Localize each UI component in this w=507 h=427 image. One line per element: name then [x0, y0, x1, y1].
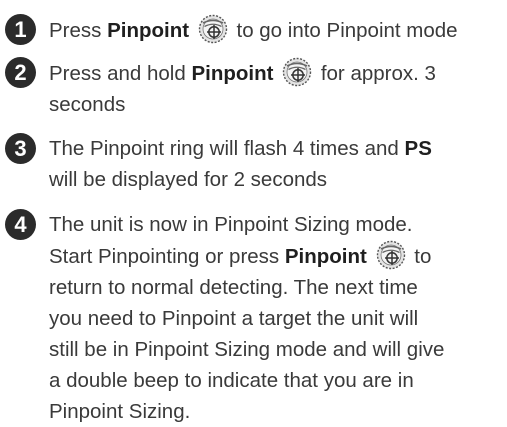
pinpoint-label: Pinpoint: [107, 19, 190, 42]
pinpoint-button-icon: [198, 14, 228, 44]
step-text-line: still be in Pinpoint Sizing mode and wil…: [49, 338, 445, 361]
step-text-line: The Pinpoint ring will flash 4 times and…: [49, 133, 507, 164]
step-text-line: return to normal detecting. The next tim…: [49, 276, 418, 299]
step-text-line: Start Pinpointing or press Pinpoint to: [49, 240, 507, 272]
step-text-line: Pinpoint Sizing.: [49, 400, 191, 423]
step-text-line: will be displayed for 2 seconds: [49, 168, 328, 191]
step-text-line: The unit is now in Pinpoint Sizing mode.: [49, 213, 413, 236]
step-number-badge: 2: [5, 57, 36, 88]
step-text-line: Press and hold Pinpoint for approx. 3: [49, 57, 507, 89]
pinpoint-label: Pinpoint: [191, 62, 274, 85]
step-text-part: Press and hold: [49, 62, 192, 85]
step-number-badge: 4: [5, 209, 36, 240]
step-text: Press and hold Pinpoint for approx. 3 se…: [49, 57, 507, 120]
step-text-part: The Pinpoint ring will flash 4 times and: [49, 137, 405, 160]
ps-display-label: PS: [404, 137, 432, 160]
step-text-line: a double beep to indicate that you are i…: [49, 369, 414, 392]
step-text: The Pinpoint ring will flash 4 times and…: [49, 133, 507, 195]
step-text-part: to go into Pinpoint mode: [230, 19, 458, 42]
pinpoint-button-icon: [376, 240, 406, 270]
step-text: Press Pinpoint to go into Pinpoint mode: [49, 14, 507, 46]
step-text-part: Press: [49, 19, 108, 42]
step-text: The unit is now in Pinpoint Sizing mode.…: [49, 209, 507, 427]
step-text-part: to: [408, 245, 432, 268]
pinpoint-button-icon: [282, 57, 312, 87]
step-text-line: you need to Pinpoint a target the unit w…: [49, 307, 419, 330]
step-text-part: for approx. 3: [315, 62, 436, 85]
step-text-line: seconds: [49, 93, 126, 116]
step-number-badge: 3: [5, 133, 36, 164]
step-number-badge: 1: [5, 14, 36, 45]
pinpoint-label: Pinpoint: [284, 245, 367, 268]
step-text-part: Start Pinpointing or press: [49, 245, 285, 268]
